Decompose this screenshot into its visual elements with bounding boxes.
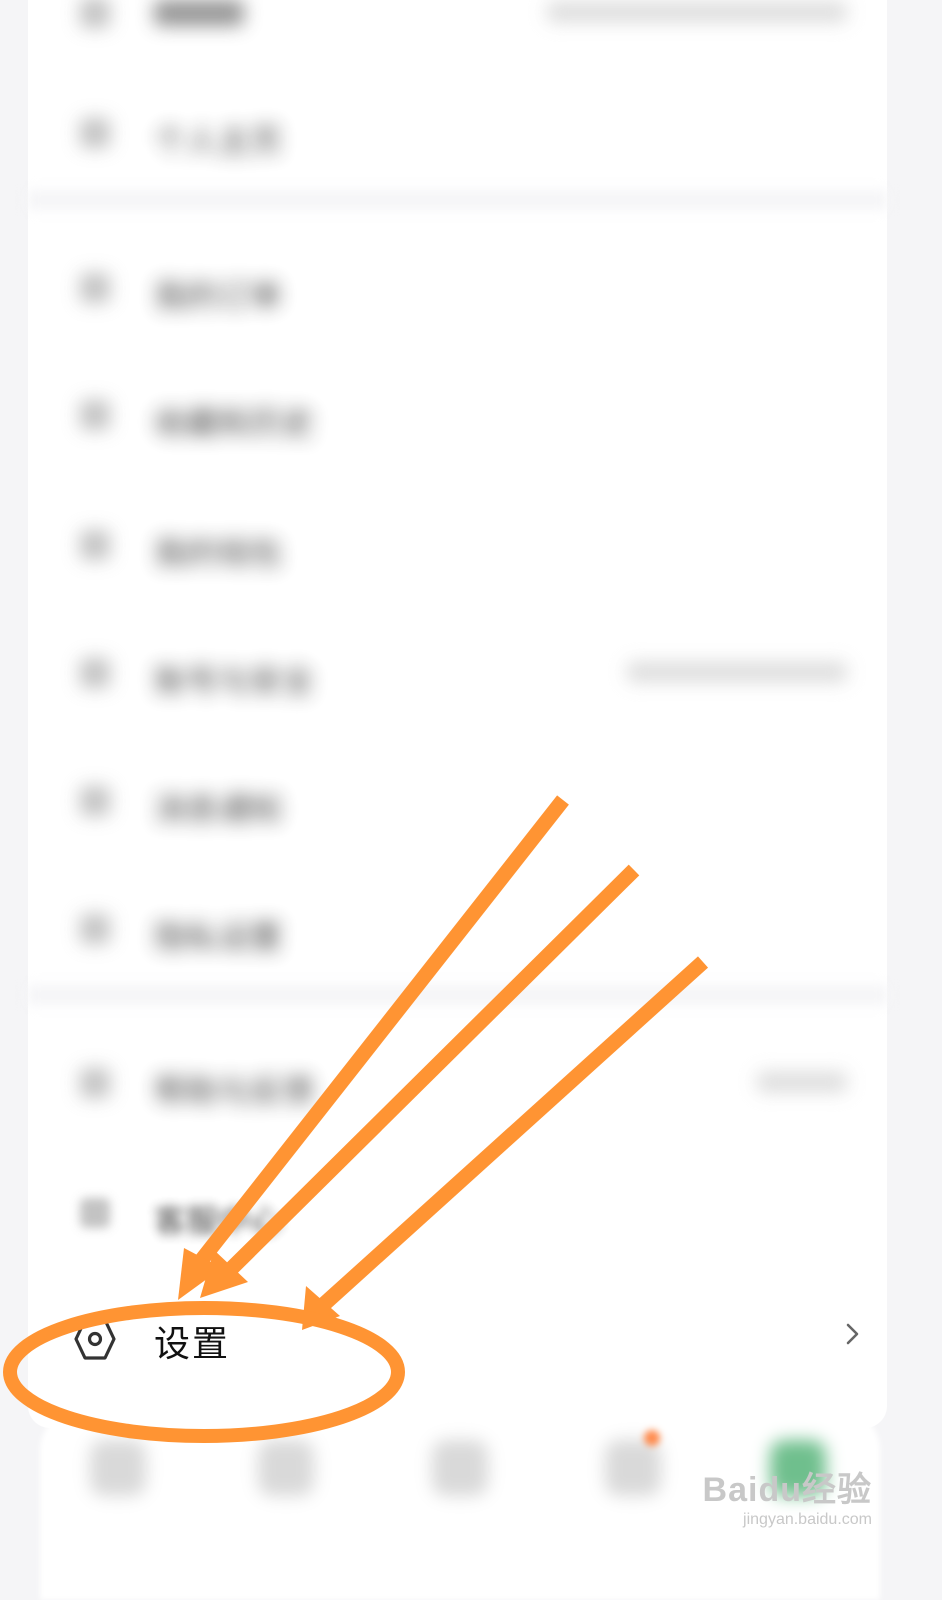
menu-item-icon bbox=[80, 914, 110, 944]
menu-item-label: 个人主页 bbox=[154, 122, 283, 160]
menu-item-label: 消息通知 bbox=[154, 790, 283, 828]
tab-discover[interactable] bbox=[258, 1440, 314, 1496]
menu-item-label-blurred bbox=[154, 0, 244, 26]
menu-item-label: 收藏和历史 bbox=[154, 404, 315, 442]
menu-item-icon bbox=[80, 786, 110, 816]
tab-messages[interactable] bbox=[605, 1440, 661, 1496]
list-item[interactable]: 账号与安全 bbox=[28, 630, 887, 710]
menu-item-label: 帮助与反馈 bbox=[154, 1072, 315, 1110]
menu-item-value-blurred bbox=[757, 1072, 847, 1092]
tab-center[interactable] bbox=[432, 1440, 488, 1496]
list-item[interactable] bbox=[28, 0, 887, 50]
list-item[interactable]: 我的订单 bbox=[28, 245, 887, 325]
menu-item-label: 我的钱包 bbox=[154, 534, 283, 572]
menu-item-icon bbox=[80, 400, 110, 430]
section-divider bbox=[28, 985, 887, 1005]
settings-label: 设置 bbox=[154, 1324, 231, 1365]
watermark: Baidu经验 jingyan.baidu.com bbox=[682, 1462, 872, 1529]
settings-icon bbox=[74, 1318, 116, 1360]
settings-row[interactable]: 设置 bbox=[28, 1295, 887, 1381]
watermark-url: jingyan.baidu.com bbox=[743, 1511, 872, 1528]
menu-item-icon bbox=[80, 658, 110, 688]
menu-item-value-blurred bbox=[547, 2, 847, 22]
list-item[interactable]: 消息通知 bbox=[28, 758, 887, 838]
menu-item-label: 账号与安全 bbox=[154, 662, 315, 700]
list-item[interactable]: 个人主页 bbox=[28, 90, 887, 170]
menu-item-label: 隐私设置 bbox=[154, 918, 283, 956]
menu-item-value-blurred bbox=[627, 662, 847, 682]
chevron-right-icon bbox=[846, 1323, 859, 1345]
list-item[interactable]: 帮助与反馈 bbox=[28, 1040, 887, 1120]
menu-item-icon bbox=[80, 530, 110, 560]
menu-item-icon bbox=[80, 273, 110, 303]
watermark-logo: Baidu经验 bbox=[702, 1471, 872, 1509]
list-item[interactable]: 隐私设置 bbox=[28, 886, 887, 966]
section-divider bbox=[28, 190, 887, 210]
menu-item-icon bbox=[80, 118, 110, 148]
list-item[interactable]: 我的钱包 bbox=[28, 502, 887, 582]
list-item[interactable]: 客服中心 bbox=[28, 1170, 887, 1250]
menu-item-icon bbox=[80, 0, 110, 28]
list-item[interactable]: 收藏和历史 bbox=[28, 372, 887, 452]
menu-item-label: 我的订单 bbox=[154, 277, 283, 315]
menu-card: 个人主页 我的订单 收藏和历史 我的钱包 账号与安全 消息通知 隐私设置 帮助与… bbox=[28, 0, 887, 1428]
menu-item-label: 客服中心 bbox=[154, 1202, 283, 1240]
menu-item-icon bbox=[80, 1198, 110, 1228]
menu-item-icon bbox=[80, 1068, 110, 1098]
tab-home[interactable] bbox=[90, 1440, 146, 1496]
notification-dot bbox=[644, 1430, 660, 1446]
